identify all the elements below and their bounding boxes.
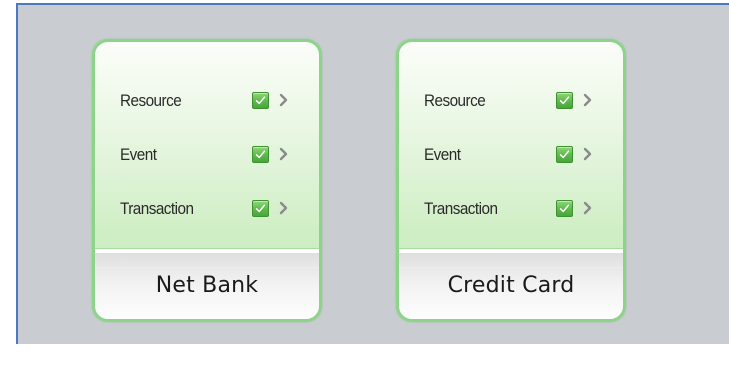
- option-label-transaction: Transaction: [120, 199, 194, 218]
- checkmark-icon: [559, 150, 570, 159]
- chevron-right-icon[interactable]: [279, 147, 288, 161]
- card-options: Resource Event Transaction: [399, 42, 623, 248]
- card-title: Credit Card: [447, 273, 575, 298]
- chevron-right-icon[interactable]: [583, 147, 592, 161]
- card-net-bank: Resource Event Transaction Net Bank: [92, 39, 322, 322]
- footer-stripe: [399, 267, 623, 268]
- checkmark-icon: [559, 204, 570, 213]
- option-row-event[interactable]: Event: [399, 141, 623, 171]
- checkmark-icon: [255, 150, 266, 159]
- transaction-checkbox[interactable]: [556, 200, 573, 217]
- option-label-event: Event: [120, 145, 157, 164]
- footer-stripe: [95, 267, 319, 268]
- chevron-right-icon[interactable]: [279, 201, 288, 215]
- option-row-event[interactable]: Event: [95, 141, 319, 171]
- transaction-checkbox[interactable]: [252, 200, 269, 217]
- card-footer-net-bank[interactable]: Net Bank: [95, 253, 319, 319]
- card-footer-credit-card[interactable]: Credit Card: [399, 253, 623, 319]
- option-row-transaction[interactable]: Transaction: [95, 195, 319, 225]
- option-label-resource: Resource: [120, 91, 182, 110]
- option-label-transaction: Transaction: [424, 199, 498, 218]
- card-credit-card: Resource Event Transaction Credit Card: [396, 39, 626, 322]
- option-row-resource[interactable]: Resource: [95, 87, 319, 117]
- option-row-resource[interactable]: Resource: [399, 87, 623, 117]
- checkmark-icon: [255, 96, 266, 105]
- card-title: Net Bank: [155, 273, 259, 298]
- checkmark-icon: [255, 204, 266, 213]
- event-checkbox[interactable]: [556, 146, 573, 163]
- resource-checkbox[interactable]: [556, 92, 573, 109]
- card-options: Resource Event Transaction: [95, 42, 319, 248]
- chevron-right-icon[interactable]: [279, 93, 288, 107]
- option-label-resource: Resource: [424, 91, 486, 110]
- option-label-event: Event: [424, 145, 461, 164]
- option-row-transaction[interactable]: Transaction: [399, 195, 623, 225]
- resource-checkbox[interactable]: [252, 92, 269, 109]
- checkmark-icon: [559, 96, 570, 105]
- chevron-right-icon[interactable]: [583, 201, 592, 215]
- chevron-right-icon[interactable]: [583, 93, 592, 107]
- event-checkbox[interactable]: [252, 146, 269, 163]
